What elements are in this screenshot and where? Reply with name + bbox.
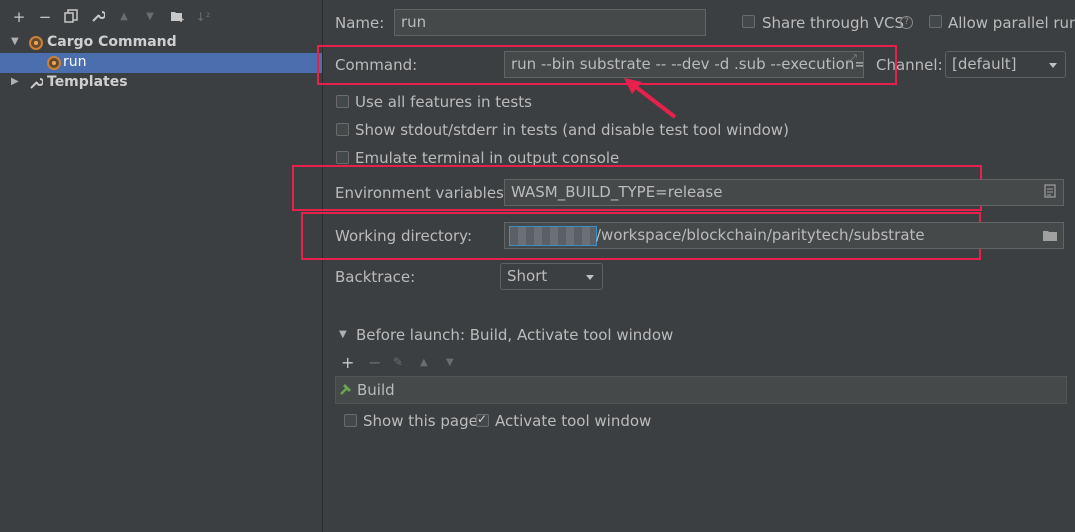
cargo-icon [29, 36, 43, 50]
show-stdout-label[interactable]: Show stdout/stderr in tests (and disable… [355, 121, 789, 139]
backtrace-value: Short [507, 267, 548, 285]
tree-item-label: Templates [47, 74, 128, 90]
use-all-features-label[interactable]: Use all features in tests [355, 93, 532, 111]
command-label: Command: [335, 56, 418, 74]
tree-item-label: Cargo Command [47, 34, 177, 50]
folder-add-icon[interactable] [169, 9, 185, 25]
name-label: Name: [335, 14, 385, 32]
expand-icon[interactable]: ⤢ [848, 52, 857, 66]
remove-icon[interactable]: − [368, 353, 381, 372]
share-vcs-checkbox[interactable] [742, 15, 755, 28]
wrench-icon [29, 76, 44, 94]
move-up-icon[interactable]: ▲ [116, 9, 132, 25]
wrench-icon[interactable] [90, 9, 106, 25]
expand-arrow-icon[interactable]: ▼ [11, 36, 19, 47]
activate-tool-window-checkbox[interactable] [476, 412, 489, 427]
before-launch-header[interactable]: Before launch: Build, Activate tool wind… [356, 326, 673, 344]
help-icon[interactable]: ? [900, 16, 913, 29]
allow-parallel-label[interactable]: Allow parallel run [948, 14, 1075, 32]
use-all-features-checkbox[interactable] [336, 95, 349, 108]
show-this-page-label[interactable]: Show this page [363, 412, 478, 430]
remove-icon[interactable]: − [37, 9, 53, 25]
collapse-arrow-icon[interactable]: ▶ [11, 76, 19, 87]
tree-item-templates[interactable]: ▶ Templates [0, 73, 322, 93]
env-vars-value: WASM_BUILD_TYPE=release [511, 183, 723, 201]
allow-parallel-checkbox[interactable] [929, 15, 942, 28]
env-vars-label: Environment variables: [335, 184, 509, 202]
annotation-arrow [624, 78, 677, 119]
move-down-icon[interactable]: ▼ [142, 9, 158, 25]
channel-label: Channel: [876, 56, 943, 74]
edit-icon[interactable]: ✎ [393, 355, 403, 369]
show-stdout-checkbox[interactable] [336, 123, 349, 136]
hammer-icon [339, 382, 353, 400]
build-label: Build [357, 381, 395, 399]
activate-tool-window-label[interactable]: Activate tool window [495, 412, 651, 430]
collapse-arrow-icon[interactable]: ▼ [339, 329, 347, 340]
move-up-icon[interactable]: ▲ [420, 357, 428, 368]
tree-item-cargo-command[interactable]: ▼ Cargo Command [0, 33, 322, 53]
redacted-path [509, 226, 597, 246]
tree-item-run[interactable]: run [0, 53, 322, 73]
tree-item-label: run [63, 54, 87, 70]
list-item[interactable]: Build [336, 377, 1066, 403]
backtrace-label: Backtrace: [335, 268, 416, 286]
name-input[interactable]: run [394, 9, 706, 36]
sort-icon[interactable]: ↓² [195, 9, 211, 25]
channel-select[interactable]: [default] [945, 51, 1066, 78]
emulate-terminal-checkbox[interactable] [336, 151, 349, 164]
command-value: run --bin substrate -- --dev -d .sub --e… [511, 55, 864, 73]
show-this-page-checkbox[interactable] [344, 414, 357, 427]
working-dir-value: /workspace/blockchain/paritytech/substra… [596, 226, 925, 244]
before-launch-list: Build [335, 376, 1067, 404]
left-panel: + − ▲ ▼ ↓² ▼ Cargo Command run ▶ Templat… [0, 0, 323, 532]
add-icon[interactable]: + [341, 353, 354, 372]
chevron-down-icon [586, 275, 594, 280]
env-vars-input[interactable]: WASM_BUILD_TYPE=release [504, 179, 1064, 206]
share-vcs-label[interactable]: Share through VCS [762, 14, 904, 32]
channel-value: [default] [952, 55, 1017, 73]
command-input[interactable]: run --bin substrate -- --dev -d .sub --e… [504, 51, 864, 78]
copy-icon[interactable] [63, 9, 79, 25]
cargo-icon [47, 56, 61, 70]
move-down-icon[interactable]: ▼ [446, 357, 454, 368]
chevron-down-icon [1049, 63, 1057, 68]
folder-icon[interactable] [1042, 229, 1058, 246]
document-icon[interactable] [1044, 184, 1056, 202]
backtrace-select[interactable]: Short [500, 263, 603, 290]
working-dir-label: Working directory: [335, 227, 473, 245]
add-icon[interactable]: + [11, 9, 27, 25]
working-dir-input[interactable]: /workspace/blockchain/paritytech/substra… [504, 222, 1064, 249]
